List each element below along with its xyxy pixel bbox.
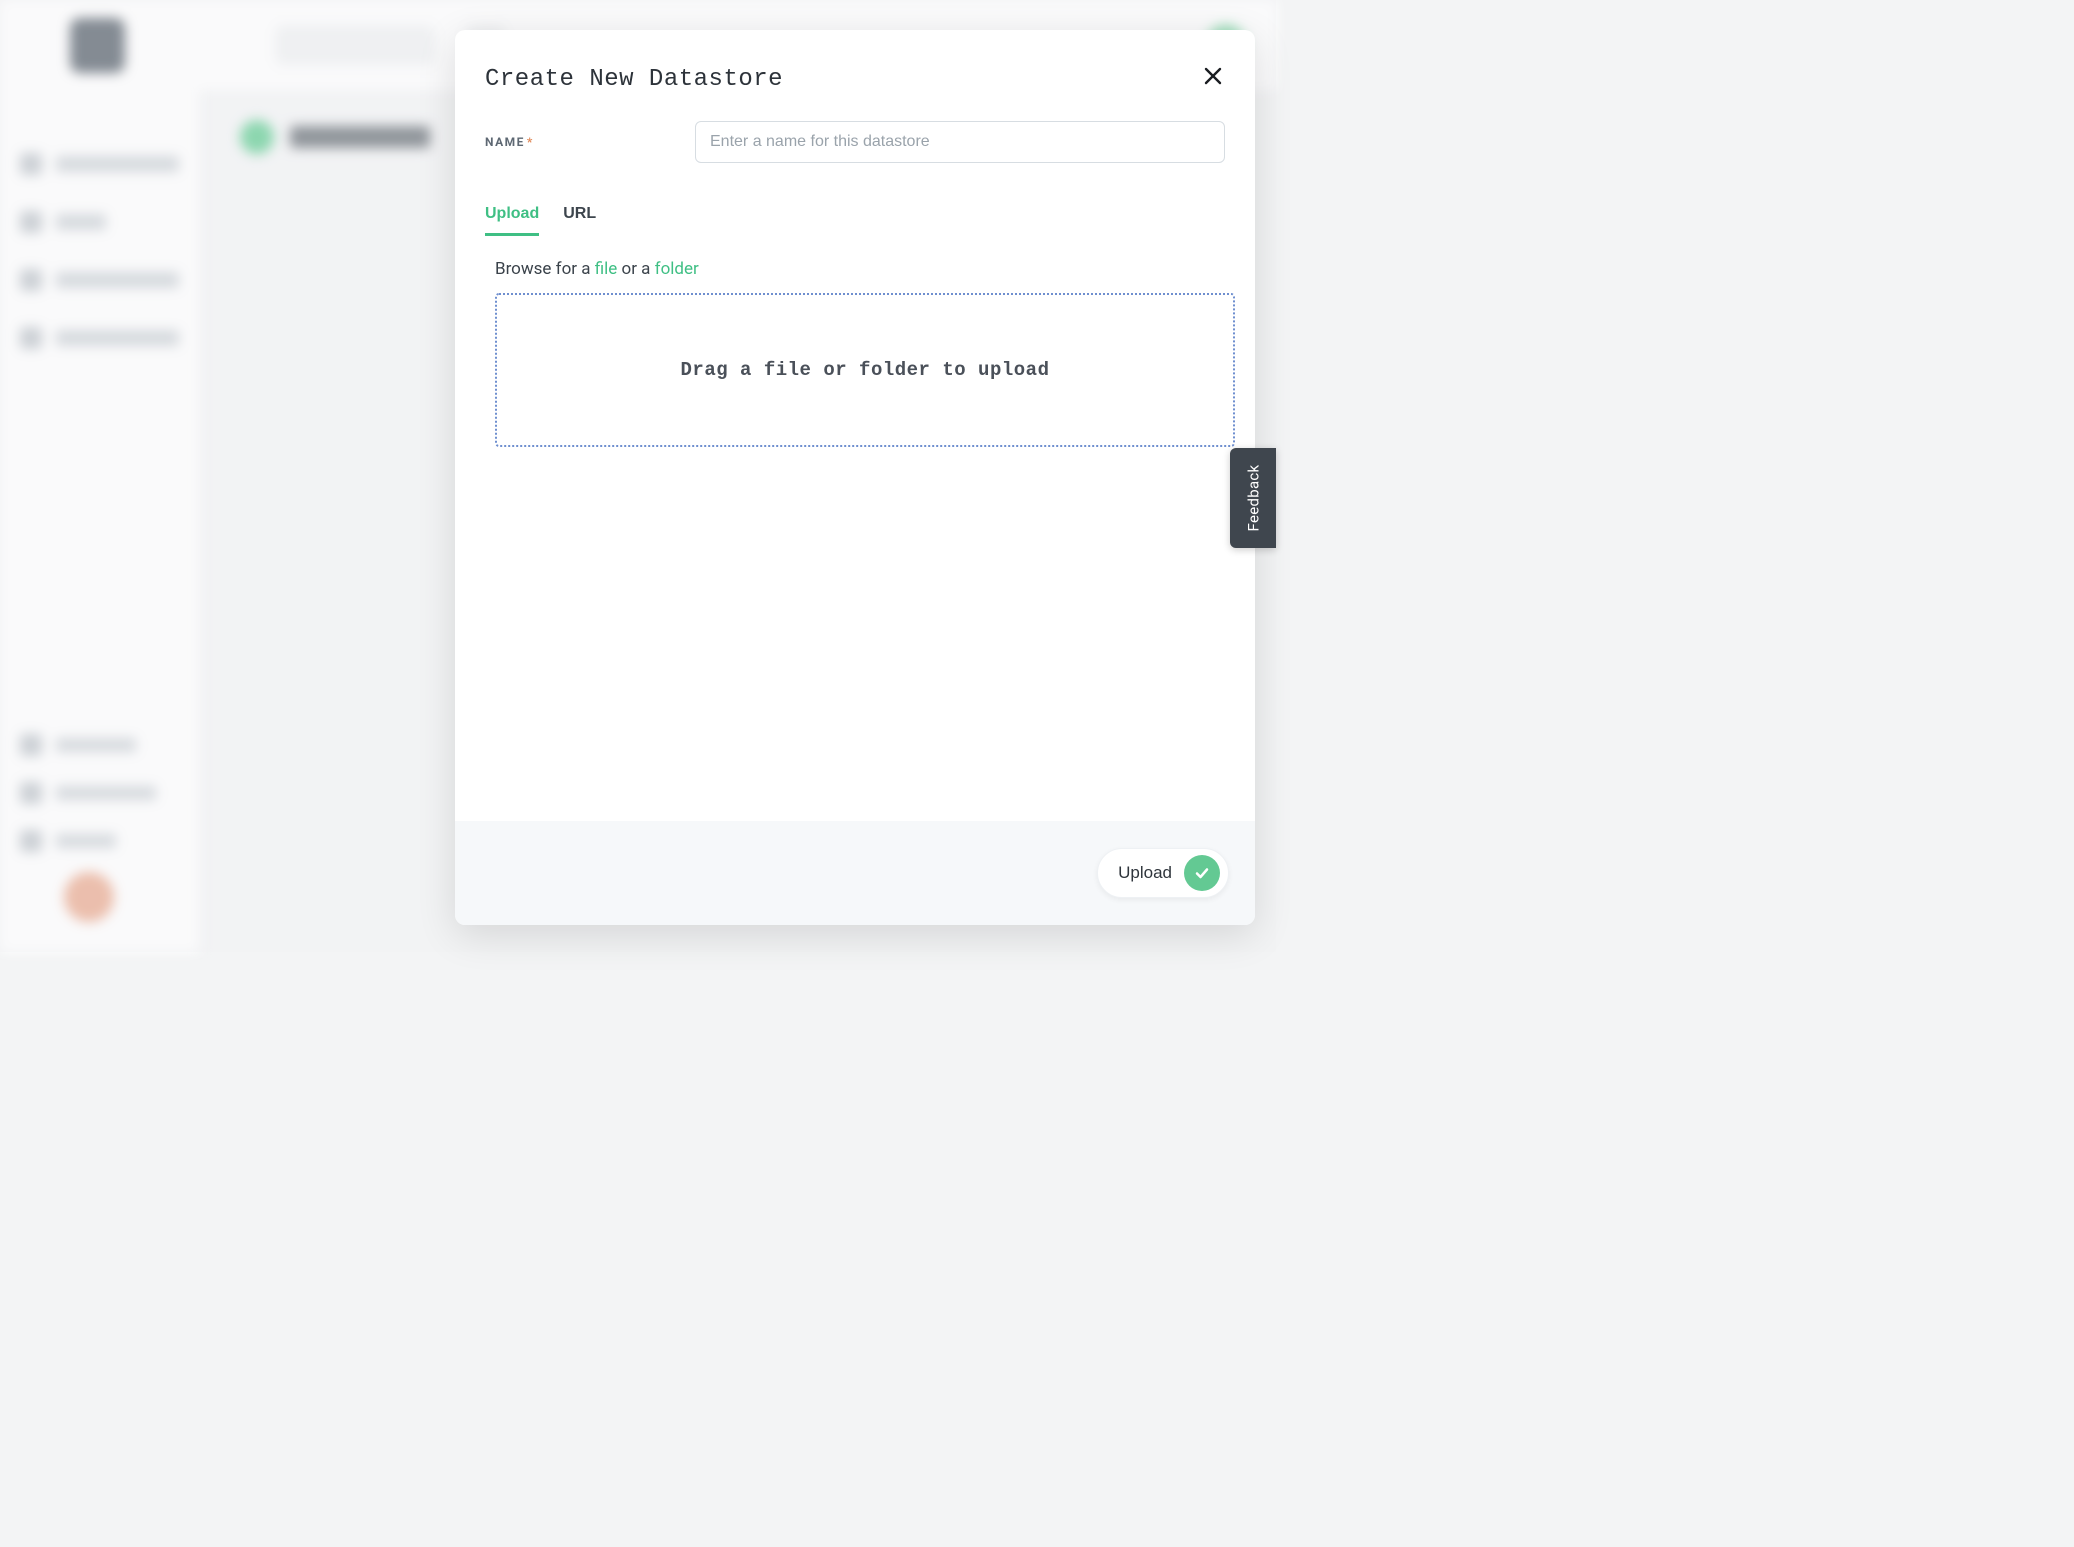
browse-instruction: Browse for a file or a folder bbox=[495, 259, 1225, 279]
required-mark: * bbox=[527, 135, 534, 149]
browse-prefix: Browse for a bbox=[495, 259, 595, 279]
tab-url[interactable]: URL bbox=[563, 205, 596, 236]
create-datastore-modal: Create New Datastore NAME* Upload URL Br… bbox=[455, 30, 1255, 925]
source-tabs: Upload URL bbox=[485, 205, 1225, 237]
name-label: NAME* bbox=[485, 135, 675, 149]
modal-footer: Upload bbox=[455, 821, 1255, 925]
upload-button-icon-wrap bbox=[1184, 855, 1220, 891]
check-icon bbox=[1194, 865, 1210, 881]
browse-file-link[interactable]: file bbox=[595, 259, 618, 279]
datastore-name-input[interactable] bbox=[695, 121, 1225, 163]
close-icon bbox=[1204, 67, 1222, 85]
close-button[interactable] bbox=[1199, 62, 1227, 90]
upload-dropzone[interactable]: Drag a file or folder to upload bbox=[495, 293, 1235, 447]
dropzone-text: Drag a file or folder to upload bbox=[681, 359, 1050, 381]
browse-middle: or a bbox=[617, 259, 654, 279]
name-label-text: NAME bbox=[485, 135, 525, 149]
modal-title: Create New Datastore bbox=[485, 66, 1225, 93]
browse-folder-link[interactable]: folder bbox=[655, 259, 699, 279]
feedback-label: Feedback bbox=[1244, 465, 1262, 532]
feedback-tab[interactable]: Feedback bbox=[1230, 448, 1276, 548]
upload-button-label: Upload bbox=[1118, 863, 1172, 883]
upload-button[interactable]: Upload bbox=[1097, 848, 1229, 898]
tab-upload[interactable]: Upload bbox=[485, 205, 539, 236]
